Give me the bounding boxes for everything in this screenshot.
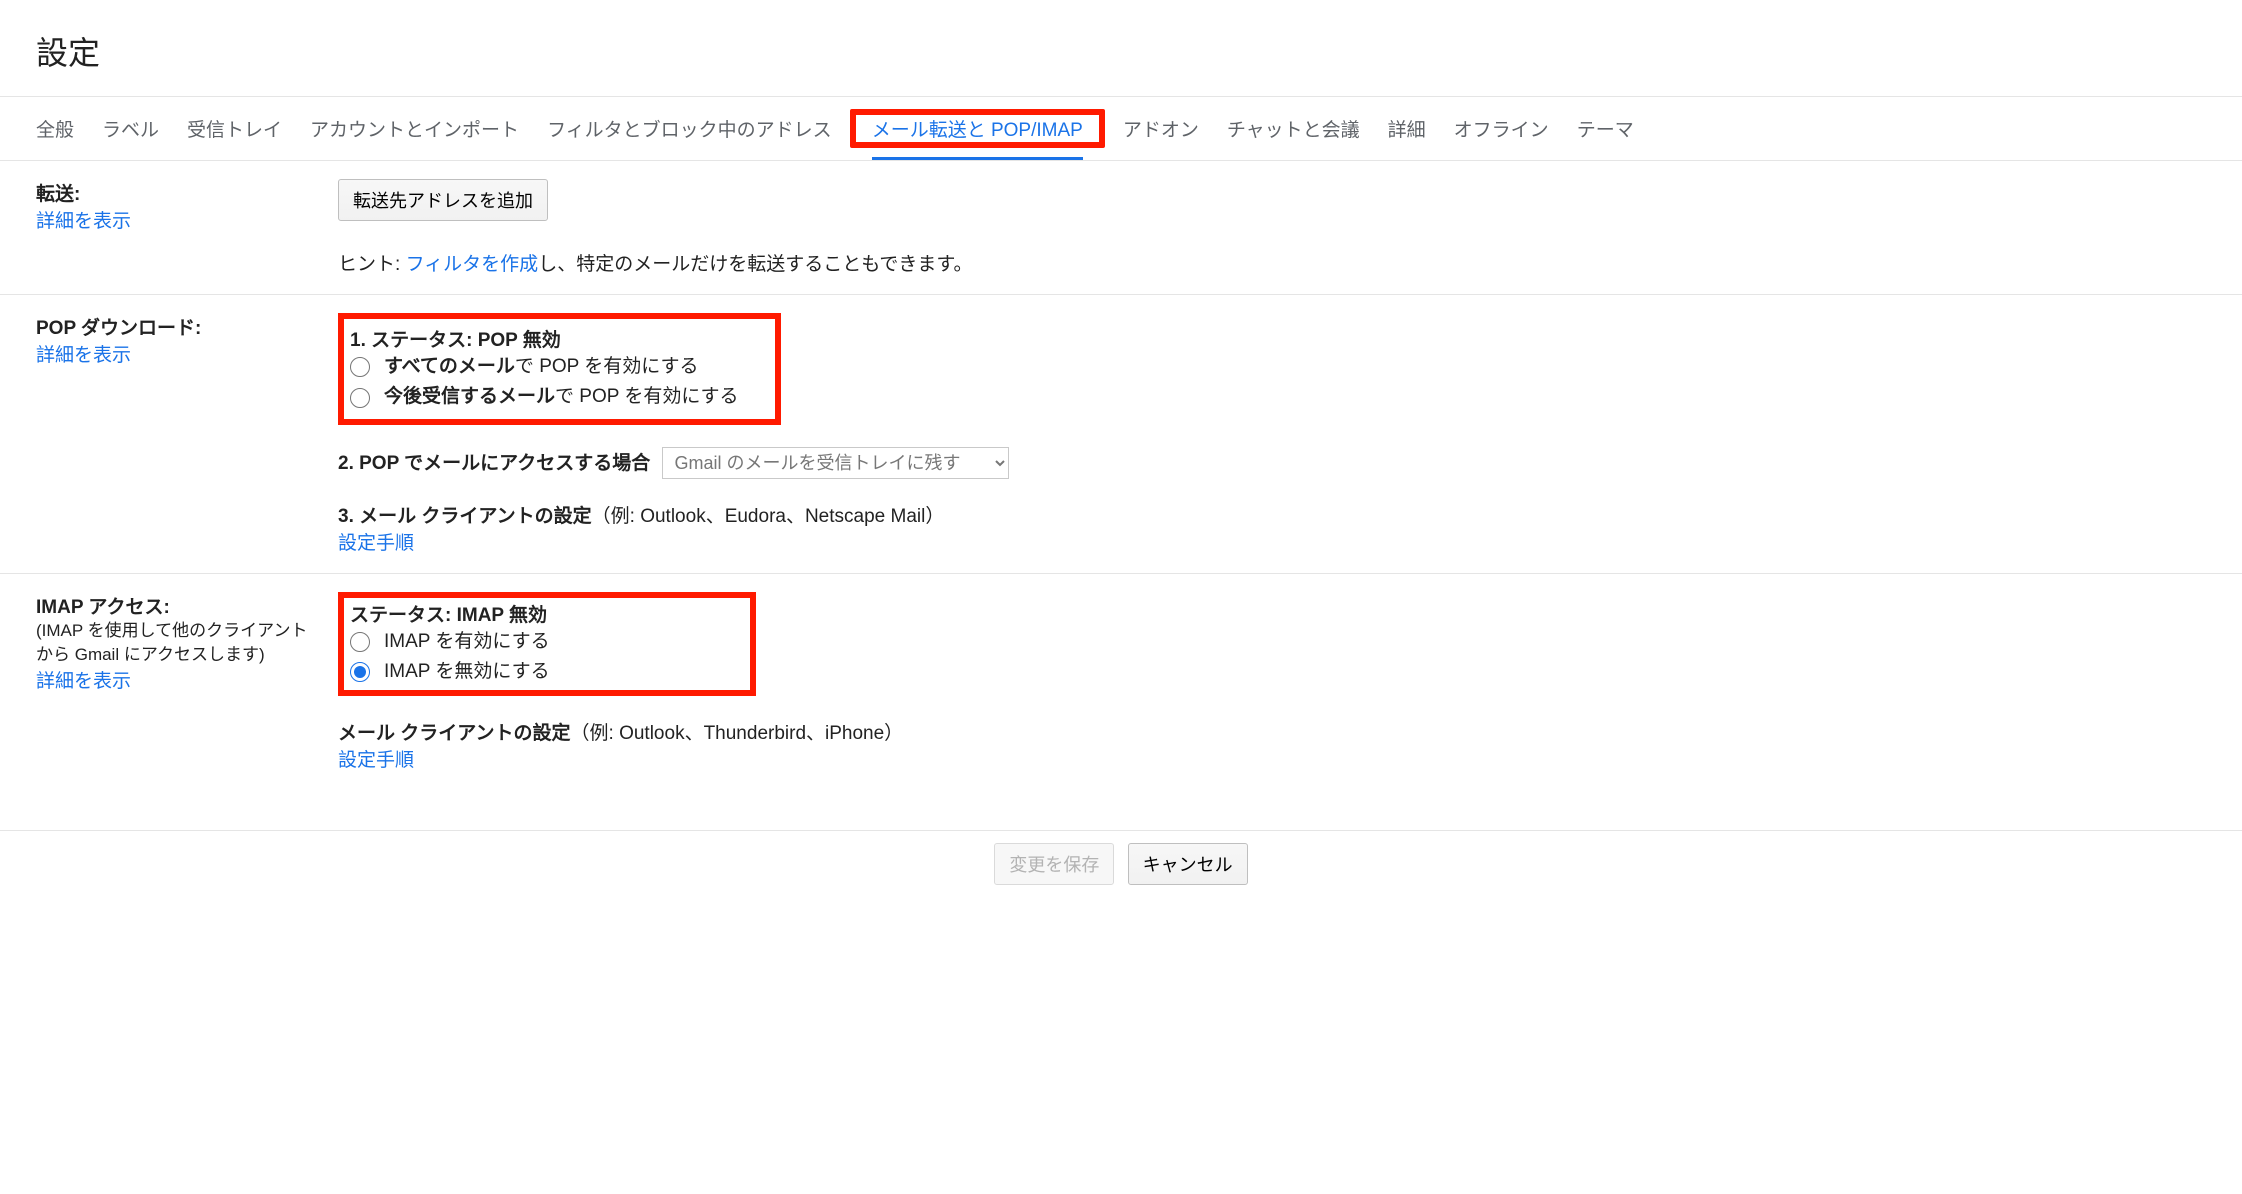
settings-tabs: 全般 ラベル 受信トレイ アカウントとインポート フィルタとブロック中のアドレス… [0, 96, 2242, 161]
pop-radio2-bold: 今後受信するメール [384, 386, 555, 407]
forwarding-hint: ヒント: フィルタを作成し、特定のメールだけを転送することもできます。 [338, 249, 2206, 276]
pop-behavior-select[interactable]: Gmail のメールを受信トレイに残す [662, 447, 1009, 479]
cancel-button[interactable]: キャンセル [1128, 843, 1248, 885]
tab-inbox[interactable]: 受信トレイ [187, 97, 282, 160]
hint-suffix: し、特定のメールだけを転送することもできます。 [538, 254, 972, 275]
imap-label: IMAP アクセス: [36, 592, 318, 619]
imap-learn-more-link[interactable]: 詳細を表示 [36, 671, 131, 692]
create-filter-link[interactable]: フィルタを作成 [406, 254, 539, 275]
pop-radio1-tail: で POP を有効にする [515, 356, 699, 377]
highlight-box-active-tab: メール転送と POP/IMAP [850, 109, 1105, 148]
section-pop-download: POP ダウンロード: 詳細を表示 1. ステータス: POP 無効 すべてのメ… [0, 295, 2242, 574]
highlight-box-pop-status: 1. ステータス: POP 無効 すべてのメールで POP を有効にする 今後受… [338, 313, 781, 425]
tab-labels[interactable]: ラベル [102, 97, 159, 160]
pop-learn-more-link[interactable]: 詳細を表示 [36, 345, 131, 366]
imap-enable-radio[interactable]: IMAP を有効にする [350, 627, 550, 657]
pop-config-steps-link[interactable]: 設定手順 [338, 533, 414, 554]
imap-config-steps-link[interactable]: 設定手順 [338, 750, 414, 771]
tab-forwarding-pop-imap[interactable]: メール転送と POP/IMAP [872, 102, 1083, 159]
imap-status-prefix: ステータス: [350, 605, 457, 626]
page-title: 設定 [0, 0, 2242, 96]
imap-disable-radio-input[interactable] [350, 662, 370, 682]
add-forwarding-address-button[interactable]: 転送先アドレスを追加 [338, 179, 548, 221]
imap-client-tail: （例: Outlook、Thunderbird、iPhone） [571, 723, 904, 744]
imap-client-label: メール クライアントの設定 [338, 723, 571, 744]
hint-prefix: ヒント: [338, 254, 406, 275]
tab-accounts-import[interactable]: アカウントとインポート [310, 97, 519, 160]
pop-enable-new-radio[interactable]: 今後受信するメールで POP を有効にする [350, 382, 739, 412]
pop-status-prefix: 1. ステータス: [350, 330, 478, 351]
pop-step2-label: 2. POP でメールにアクセスする場合 [338, 453, 650, 474]
section-imap-access: IMAP アクセス: (IMAP を使用して他のクライアントから Gmail に… [0, 574, 2242, 790]
pop-label: POP ダウンロード: [36, 313, 318, 340]
imap-enable-radio-input[interactable] [350, 632, 370, 652]
imap-disable-radio[interactable]: IMAP を無効にする [350, 657, 550, 687]
section-forwarding: 転送: 詳細を表示 転送先アドレスを追加 ヒント: フィルタを作成し、特定のメー… [0, 161, 2242, 295]
tab-advanced[interactable]: 詳細 [1388, 97, 1426, 160]
forwarding-learn-more-link[interactable]: 詳細を表示 [36, 211, 131, 232]
pop-step3-tail: （例: Outlook、Eudora、Netscape Mail） [592, 506, 945, 527]
pop-step3-label: 3. メール クライアントの設定 [338, 506, 592, 527]
pop-enable-all-radio[interactable]: すべてのメールで POP を有効にする [350, 352, 739, 382]
footer-buttons: 変更を保存 キャンセル [0, 830, 2242, 897]
tab-chat-meet[interactable]: チャットと会議 [1227, 97, 1360, 160]
tab-general[interactable]: 全般 [36, 97, 74, 160]
pop-enable-all-radio-input[interactable] [350, 357, 370, 377]
imap-status-value: IMAP 無効 [457, 605, 547, 626]
imap-sublabel: (IMAP を使用して他のクライアントから Gmail にアクセスします) [36, 619, 318, 667]
save-changes-button: 変更を保存 [994, 843, 1114, 885]
forwarding-label: 転送: [36, 179, 318, 206]
pop-radio1-bold: すべてのメール [384, 356, 515, 377]
pop-radio2-tail: で POP を有効にする [555, 386, 739, 407]
imap-disable-label: IMAP を無効にする [384, 657, 550, 687]
tab-addons[interactable]: アドオン [1123, 97, 1199, 160]
pop-status-value: POP 無効 [478, 330, 561, 351]
tab-filters-blocked[interactable]: フィルタとブロック中のアドレス [547, 97, 832, 160]
tab-offline[interactable]: オフライン [1454, 97, 1549, 160]
highlight-box-imap-status: ステータス: IMAP 無効 IMAP を有効にする IMAP を無効にする [338, 592, 756, 696]
tab-themes[interactable]: テーマ [1577, 97, 1634, 160]
pop-enable-new-radio-input[interactable] [350, 388, 370, 408]
imap-enable-label: IMAP を有効にする [384, 627, 550, 657]
